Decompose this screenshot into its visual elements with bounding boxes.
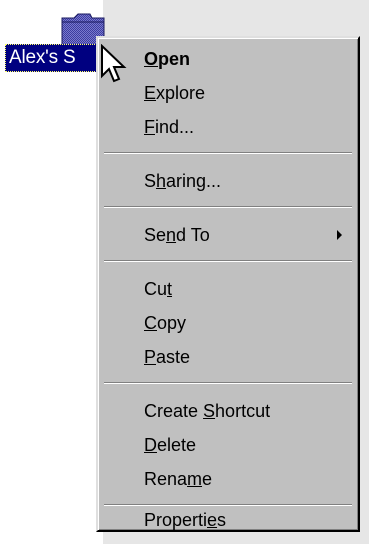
context-menu: Open Explore Find... Sharing... Send To … <box>96 36 360 532</box>
menu-item-rename-mnemonic: m <box>187 469 203 489</box>
menu-item-open-rest: pen <box>158 49 191 69</box>
menu-item-paste-rest: aste <box>156 347 191 367</box>
menu-item-find-mnemonic: F <box>144 117 155 137</box>
menu-item-copy[interactable]: Copy <box>100 308 356 338</box>
menu-separator <box>104 260 352 262</box>
mouse-pointer-icon <box>101 44 127 83</box>
menu-item-delete-rest: elete <box>157 435 197 455</box>
menu-item-send-to-pre: Se <box>144 225 167 245</box>
menu-item-rename[interactable]: Rename <box>100 464 356 494</box>
menu-item-send-to-mnemonic: n <box>166 225 177 245</box>
menu-item-sharing-mnemonic: h <box>156 171 167 191</box>
menu-item-open-mnemonic: O <box>144 49 159 69</box>
menu-item-create-shortcut[interactable]: Create Shortcut <box>100 396 356 426</box>
menu-item-find[interactable]: Find... <box>100 112 356 142</box>
menu-item-copy-rest: opy <box>157 313 187 333</box>
menu-item-explore[interactable]: Explore <box>100 78 356 108</box>
menu-item-properties-pre: Properti <box>144 510 208 530</box>
menu-separator <box>104 206 352 208</box>
menu-item-create-shortcut-pre: Create <box>144 401 204 421</box>
menu-item-find-rest: ind... <box>155 117 195 137</box>
desktop-area <box>0 0 103 544</box>
menu-separator <box>104 382 352 384</box>
menu-item-delete[interactable]: Delete <box>100 430 356 460</box>
menu-item-send-to-rest: d To <box>176 225 210 245</box>
menu-item-paste[interactable]: Paste <box>100 342 356 372</box>
menu-separator <box>104 152 352 154</box>
menu-item-copy-mnemonic: C <box>144 313 157 333</box>
desktop: Alex's S Open Explore Find... Sharing...… <box>0 0 369 544</box>
menu-item-properties[interactable]: Properties <box>100 510 356 530</box>
menu-separator <box>104 504 352 506</box>
menu-item-sharing-pre: S <box>144 171 157 191</box>
menu-item-create-shortcut-mnemonic: S <box>203 401 216 421</box>
menu-item-paste-mnemonic: P <box>144 347 157 367</box>
menu-item-sharing-rest: aring... <box>166 171 222 191</box>
submenu-arrow-icon <box>337 230 342 240</box>
menu-item-properties-mnemonic: e <box>207 510 218 530</box>
menu-item-rename-rest: e <box>202 469 213 489</box>
menu-item-create-shortcut-rest: hortcut <box>215 401 271 421</box>
menu-item-send-to[interactable]: Send To <box>100 220 356 250</box>
menu-item-properties-rest: s <box>217 510 227 530</box>
menu-item-cut[interactable]: Cut <box>100 274 356 304</box>
menu-item-cut-mnemonic: t <box>167 279 173 299</box>
menu-item-explore-mnemonic: E <box>144 83 157 103</box>
menu-item-explore-rest: xplore <box>156 83 206 103</box>
menu-item-open[interactable]: Open <box>100 44 356 74</box>
menu-item-rename-pre: Rena <box>144 469 188 489</box>
menu-item-sharing[interactable]: Sharing... <box>100 166 356 196</box>
menu-item-delete-mnemonic: D <box>144 435 157 455</box>
menu-item-cut-pre: Cu <box>144 279 168 299</box>
